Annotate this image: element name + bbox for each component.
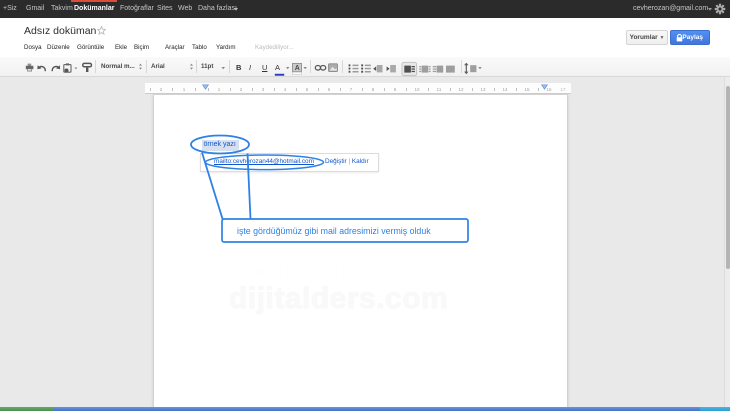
svg-text:işte gördüğümüz gibi mail adre: işte gördüğümüz gibi mail adresimizi ver… [237,226,431,236]
